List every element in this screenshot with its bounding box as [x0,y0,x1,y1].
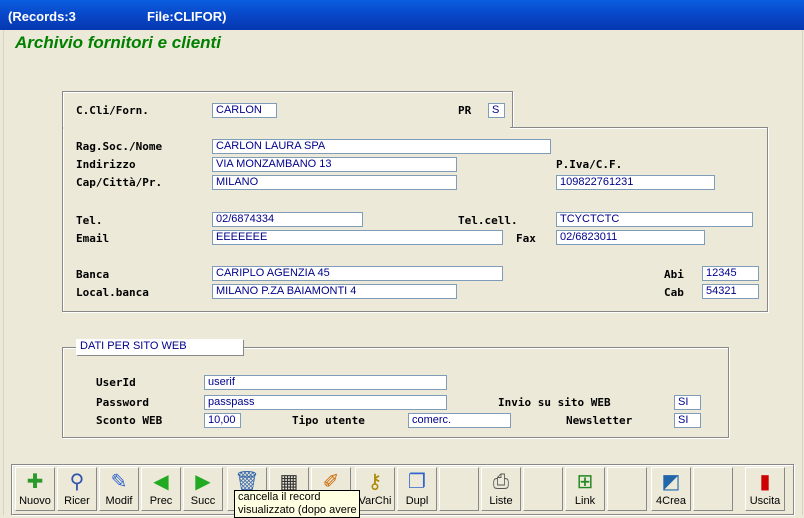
telcell-label: Tel.cell. [458,214,518,227]
key-icon: ⚷ [367,471,383,493]
dupl-button[interactable]: ❐ Dupl [397,467,437,511]
code-label: C.Cli/Forn. [76,104,149,117]
abi-field[interactable]: 12345 [702,266,759,281]
password-label: Password [96,396,149,409]
file-name: File:CLIFOR) [147,9,227,24]
abi-label: Abi [664,268,684,281]
chart-icon: ◩ [661,471,681,493]
nuovo-button[interactable]: ✚ Nuovo [15,467,55,511]
title-bar: (Records:3 File:CLIFOR) [0,0,804,30]
tooltip-line-1: cancella il record [238,491,321,503]
arrow-left-icon: ◀ [153,471,169,493]
pr-field[interactable]: S [488,103,505,118]
telcell-field[interactable]: TCYCTCTC [556,212,753,227]
indirizzo-label: Indirizzo [76,158,136,171]
modif-button[interactable]: ✎ Modif [99,467,139,511]
exit-door-icon: ▮ [759,471,771,493]
tel-label: Tel. [76,214,103,227]
ragsoc-label: Rag.Soc./Nome [76,140,163,153]
invio-label: Invio su sito WEB [498,396,611,409]
app-title: Archivio fornitori e clienti [15,33,221,52]
sconto-field[interactable]: 10,00 [204,413,241,428]
succ-button[interactable]: ▶ Succ [183,467,223,511]
cap-label: Cap/Città/Pr. [76,176,163,189]
web-section-title: DATI PER SITO WEB [76,339,243,355]
localbanca-label: Local.banca [76,286,149,299]
tab-joint [63,127,510,129]
cap-field[interactable]: MILANO [212,175,457,190]
tel-field[interactable]: 02/6874334 [212,212,363,227]
arrow-right-icon: ▶ [195,471,211,493]
copy-icon: ❐ [408,471,426,493]
indirizzo-field[interactable]: VIA MONZAMBANO 13 [212,157,457,172]
tipo-field[interactable]: comerc. [408,413,511,428]
userid-label: UserId [96,376,136,389]
empty-button-1[interactable] [439,467,479,511]
email-field[interactable]: EEEEEEE [212,230,503,245]
edit-icon: ✎ [110,471,128,493]
localbanca-field[interactable]: MILANO P.ZA BAIAMONTI 4 [212,284,457,299]
delete-tooltip: cancella il record visualizzato (dopo av… [234,490,360,518]
empty-button-3[interactable] [607,467,647,511]
cab-label: Cab [664,286,684,299]
tipo-label: Tipo utente [292,414,365,427]
ragsoc-field[interactable]: CARLON LAURA SPA [212,139,551,154]
cab-field[interactable]: 54321 [702,284,759,299]
varchi-button[interactable]: ⚷ VarChi [355,467,395,511]
invio-field[interactable]: SI [674,395,701,410]
piva-label: P.Iva/C.F. [556,158,623,171]
email-label: Email [76,232,110,245]
code-field[interactable]: CARLON [212,103,277,118]
pr-label: PR [458,104,472,117]
banca-field[interactable]: CARIPLO AGENZIA 45 [212,266,503,281]
piva-field[interactable]: 109822761231 [556,175,715,190]
ricer-button[interactable]: ⚲ Ricer [57,467,97,511]
records-count: (Records:3 [8,9,76,24]
newsletter-label: Newsletter [566,414,633,427]
sconto-label: Sconto WEB [96,414,163,427]
banca-label: Banca [76,268,110,281]
link-button[interactable]: ⊞ Link [565,467,605,511]
newsletter-field[interactable]: SI [674,413,701,428]
prec-button[interactable]: ◀ Prec [141,467,181,511]
uscita-button[interactable]: ▮ Uscita [745,467,785,511]
search-icon: ⚲ [69,471,85,493]
crea-button[interactable]: ◩ 4Crea [651,467,691,511]
liste-button[interactable]: ⎙ Liste [481,467,521,511]
new-document-icon: ✚ [26,471,44,493]
password-field[interactable]: passpass [204,395,447,410]
empty-button-4[interactable] [693,467,733,511]
tooltip-line-2: visualizzato (dopo avere [238,504,357,516]
fax-label: Fax [516,232,536,245]
hierarchy-icon: ⊞ [576,471,594,493]
fax-field[interactable]: 02/6823011 [556,230,705,245]
empty-button-2[interactable] [523,467,563,511]
userid-field[interactable]: userif [204,375,447,390]
printer-icon: ⎙ [493,471,509,493]
